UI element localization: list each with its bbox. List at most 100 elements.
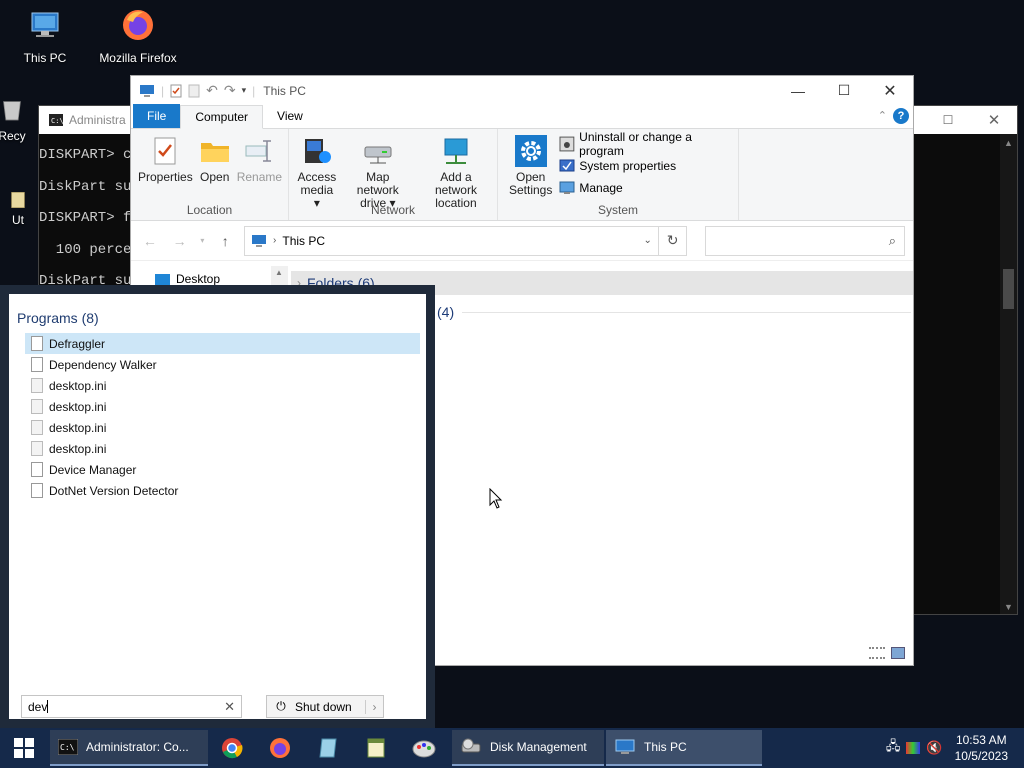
shutdown-button[interactable]: ⏻ Shut down ›: [266, 695, 384, 718]
list-item[interactable]: Device Manager: [25, 459, 420, 480]
shutdown-options-chevron-icon[interactable]: ›: [365, 699, 383, 714]
clock[interactable]: 10:53 AM 10/5/2023: [955, 732, 1008, 764]
taskbar-firefox[interactable]: [260, 730, 300, 766]
minimize-button[interactable]: —: [775, 76, 821, 105]
paint-icon: [412, 740, 436, 758]
group-label: Network: [370, 203, 415, 217]
taskbar-notepad[interactable]: [356, 730, 396, 766]
network-icon[interactable]: 🖧: [886, 737, 901, 759]
refresh-button[interactable]: ↻: [657, 225, 688, 256]
large-icons-view-icon[interactable]: [891, 647, 905, 659]
firefox-icon: [270, 738, 290, 758]
address-bar[interactable]: › This PC ⌄: [244, 225, 659, 256]
system-tray: 🖧 🔇 10:53 AM 10/5/2023: [886, 728, 1024, 768]
breadcrumb-separator-icon[interactable]: ›: [273, 235, 276, 246]
new-folder-quick-icon[interactable]: [188, 84, 200, 98]
windows-logo-icon: [14, 738, 34, 758]
close-button[interactable]: ✕: [971, 106, 1017, 134]
utility-icon: [11, 192, 25, 208]
desktop-icon-label: Mozilla Firefox: [99, 51, 177, 65]
properties-quick-icon[interactable]: [170, 84, 182, 98]
taskbar-chrome[interactable]: [212, 730, 252, 766]
close-button[interactable]: ✕: [867, 76, 913, 105]
scroll-up-icon[interactable]: ▲: [275, 268, 283, 277]
list-item[interactable]: desktop.ini: [25, 375, 420, 396]
media-icon: [304, 139, 331, 163]
list-item[interactable]: Dependency Walker: [25, 354, 420, 375]
tab-view[interactable]: View: [263, 104, 317, 128]
window-title: This PC: [263, 83, 306, 98]
recent-locations-button[interactable]: ▾: [198, 236, 206, 245]
list-item[interactable]: DotNet Version Detector: [25, 480, 420, 501]
display-icon[interactable]: [906, 742, 921, 754]
console-icon: C:\: [49, 114, 63, 126]
mouse-cursor-icon: [489, 488, 503, 509]
desktop-icon-label: This PC: [23, 51, 67, 65]
customize-qat-icon[interactable]: ▾: [242, 85, 247, 96]
svg-text:C:\: C:\: [51, 117, 63, 125]
maximize-button[interactable]: ☐: [821, 76, 867, 105]
settings-icon: [514, 135, 547, 167]
notepad-icon: [319, 738, 337, 758]
list-item[interactable]: desktop.ini: [25, 438, 420, 459]
details-view-icon[interactable]: [869, 647, 885, 659]
taskbar-notepad-plus[interactable]: [308, 730, 348, 766]
manage-icon: [559, 181, 575, 194]
address-dropdown-icon[interactable]: ⌄: [643, 235, 651, 246]
tab-computer[interactable]: Computer: [180, 105, 264, 129]
system-properties-button[interactable]: System properties: [559, 157, 738, 175]
search-box[interactable]: ⌕: [705, 225, 905, 256]
back-button[interactable]: ←: [139, 233, 161, 249]
start-search-input[interactable]: dev ✕: [21, 695, 242, 718]
volume-muted-icon[interactable]: 🔇: [926, 740, 942, 756]
group-divider: [462, 311, 911, 313]
help-icon[interactable]: ?: [893, 108, 909, 124]
document-icon: [31, 483, 43, 498]
ribbon-group-system: Open Settings Uninstall or change a prog…: [498, 129, 739, 220]
redo-icon[interactable]: ↷: [224, 82, 236, 99]
computer-icon: [140, 84, 154, 97]
devices-group-header[interactable]: (4): [437, 302, 911, 322]
chrome-icon: [222, 738, 243, 759]
system-properties-icon: [559, 159, 575, 172]
console-scrollbar[interactable]: ▲ ▼: [1000, 134, 1017, 614]
uninstall-program-button[interactable]: Uninstall or change a program: [559, 130, 738, 158]
list-item[interactable]: desktop.ini: [25, 396, 420, 417]
rename-icon: [245, 140, 272, 162]
settings-file-icon: [31, 420, 43, 435]
address-bar-row: ← → ▾ ↑ › This PC ⌄ ↻ ⌕: [131, 221, 913, 261]
undo-icon[interactable]: ↶: [206, 82, 218, 99]
clear-search-icon[interactable]: ✕: [224, 699, 235, 715]
start-menu: Programs (8) Defraggler Dependency Walke…: [0, 285, 435, 728]
breadcrumb-this-pc[interactable]: This PC: [282, 234, 325, 248]
scroll-down-icon[interactable]: ▼: [1004, 602, 1013, 612]
scroll-up-icon[interactable]: ▲: [1004, 138, 1013, 148]
desktop-icon-recycle[interactable]: Recy: [0, 92, 42, 143]
explorer-titlebar[interactable]: | ↶ ↷ ▾ | This PC — ☐ ✕: [131, 76, 913, 105]
view-toggles: [869, 647, 905, 659]
manage-button[interactable]: Manage: [559, 179, 738, 197]
document-icon: [31, 357, 43, 372]
taskbar-item-disk-management[interactable]: Disk Management: [452, 730, 604, 766]
forward-button[interactable]: →: [169, 233, 191, 249]
programs-header[interactable]: Programs (8): [17, 310, 99, 326]
list-item[interactable]: desktop.ini: [25, 417, 420, 438]
maximize-button[interactable]: ☐: [925, 106, 971, 134]
tab-file[interactable]: File: [133, 104, 181, 128]
taskbar-item-this-pc[interactable]: This PC: [606, 730, 762, 766]
taskbar-item-console[interactable]: C:\ Administrator: Co...: [50, 730, 208, 766]
scroll-thumb[interactable]: [1003, 269, 1014, 309]
desktop-icon-this-pc[interactable]: This PC: [0, 4, 90, 65]
clock-date: 10/5/2023: [954, 749, 1008, 763]
desktop-folder-icon: [155, 273, 170, 285]
collapse-ribbon-icon[interactable]: ⌃: [878, 109, 887, 122]
search-input-value: dev: [28, 699, 48, 714]
taskbar-paint[interactable]: [404, 730, 444, 766]
settings-file-icon: [31, 399, 43, 414]
desktop-icon-firefox[interactable]: Mozilla Firefox: [93, 4, 183, 65]
settings-file-icon: [31, 441, 43, 456]
start-button[interactable]: [0, 730, 48, 766]
ribbon-tabs: File Computer View ⌃ ?: [131, 104, 913, 129]
up-button[interactable]: ↑: [214, 233, 236, 249]
list-item[interactable]: Defraggler: [25, 333, 420, 354]
